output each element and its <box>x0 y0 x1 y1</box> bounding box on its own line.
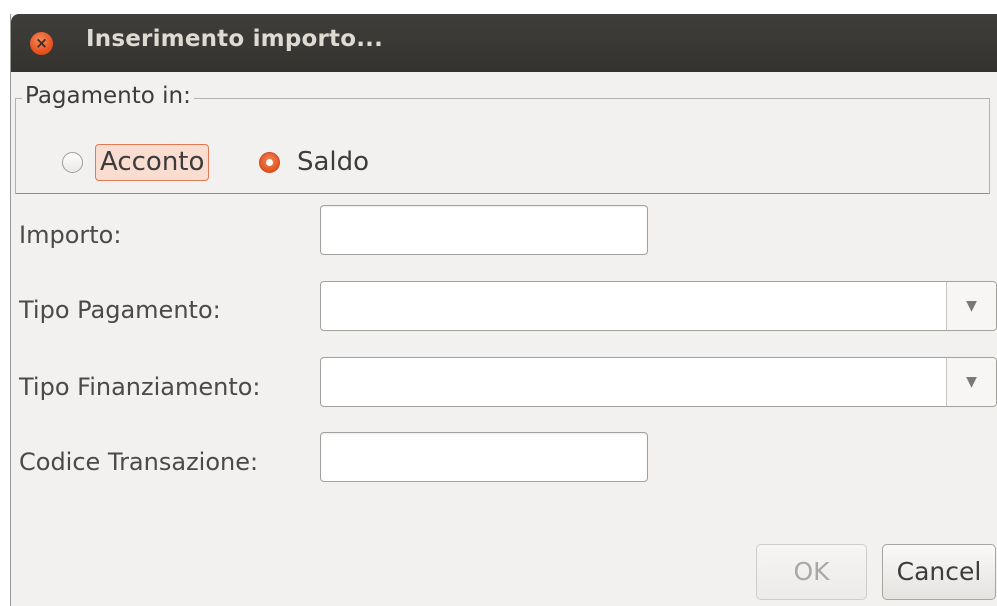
tipo-pagamento-label: Tipo Pagamento: <box>19 296 221 324</box>
dialog-window: × Inserimento importo... Pagamento in: A… <box>10 14 997 606</box>
importo-input[interactable] <box>320 205 648 255</box>
radio-acconto-indicator[interactable] <box>62 152 83 173</box>
tipo-pagamento-combo[interactable]: ▼ <box>320 281 997 331</box>
tipo-finanziamento-combo[interactable]: ▼ <box>320 357 997 407</box>
window-title: Inserimento importo... <box>86 26 384 52</box>
tipo-finanziamento-label: Tipo Finanziamento: <box>19 373 261 401</box>
radio-saldo[interactable]: Saldo <box>259 147 369 177</box>
chevron-down-icon[interactable]: ▼ <box>946 358 996 406</box>
importo-label: Importo: <box>19 221 122 249</box>
ok-button[interactable]: OK <box>756 544 867 600</box>
radio-saldo-label[interactable]: Saldo <box>297 147 369 177</box>
close-icon[interactable]: × <box>30 32 53 55</box>
cancel-button[interactable]: Cancel <box>882 544 996 600</box>
codice-transazione-label: Codice Transazione: <box>19 448 259 476</box>
codice-transazione-input[interactable] <box>320 432 648 482</box>
payment-group: Pagamento in: Acconto Saldo <box>15 83 990 194</box>
radio-acconto[interactable]: Acconto <box>62 144 210 181</box>
radio-acconto-label[interactable]: Acconto <box>95 144 210 181</box>
payment-group-legend: Pagamento in: <box>22 83 194 109</box>
chevron-down-icon[interactable]: ▼ <box>946 282 996 330</box>
title-bar[interactable]: × Inserimento importo... <box>11 14 997 72</box>
radio-saldo-indicator[interactable] <box>259 151 280 173</box>
